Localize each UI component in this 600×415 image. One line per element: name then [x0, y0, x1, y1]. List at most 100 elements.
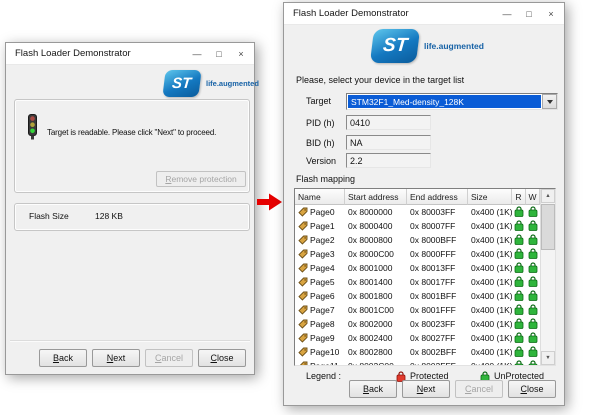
titlebar[interactable]: Flash Loader Demonstrator — □ ×	[284, 3, 564, 25]
unprotected-lock-icon	[528, 303, 538, 317]
scroll-up-button[interactable]: ▲	[541, 189, 555, 203]
column-header-size[interactable]: Size	[468, 189, 512, 205]
scrollbar-thumb[interactable]	[541, 204, 555, 250]
size-cell: 0x400 (1K)	[471, 263, 512, 273]
maximize-button[interactable]: □	[208, 43, 230, 64]
flash-size-value: 128 KB	[95, 211, 123, 221]
remove-protection-button[interactable]: Remove protection	[156, 171, 246, 187]
column-header-write[interactable]: W	[526, 189, 540, 205]
end-address-cell: 0x 80023FF	[410, 319, 456, 329]
back-button[interactable]: Back	[349, 380, 397, 398]
unprotected-lock-icon	[528, 205, 538, 219]
traffic-light-icon	[25, 114, 39, 145]
table-header: Name Start address End address Size R W	[295, 189, 540, 205]
target-dropdown[interactable]: STM32F1_Med-density_128K	[346, 93, 558, 110]
flash-table-row[interactable]: Page3 0x 8000C00 0x 8000FFF 0x400 (1K)	[295, 247, 540, 261]
unprotected-lock-icon	[528, 331, 538, 345]
flash-table-row[interactable]: Page0 0x 8000000 0x 80003FF 0x400 (1K)	[295, 205, 540, 219]
start-address-cell: 0x 8001000	[348, 263, 393, 273]
window-controls: — □ ×	[186, 43, 252, 64]
end-address-cell: 0x 80013FF	[410, 263, 456, 273]
size-cell: 0x400 (1K)	[471, 277, 512, 287]
target-selected-value: STM32F1_Med-density_128K	[348, 95, 541, 108]
brand-block: ST life.augmented	[369, 29, 484, 63]
size-cell: 0x400 (1K)	[471, 347, 512, 357]
read-protection-cell	[512, 331, 526, 345]
window-title: Flash Loader Demonstrator	[293, 8, 409, 19]
close-button[interactable]: Close	[508, 380, 556, 398]
read-protection-cell	[512, 359, 526, 365]
end-address-cell: 0x 8001FFF	[410, 305, 456, 315]
next-button[interactable]: Next	[92, 349, 140, 367]
page-name-cell: Page8	[295, 319, 345, 329]
close-window-button[interactable]: ×	[230, 43, 252, 64]
column-header-start[interactable]: Start address	[345, 189, 407, 205]
next-button[interactable]: Next	[402, 380, 450, 398]
flash-table-row[interactable]: Page2 0x 8000800 0x 8000BFF 0x400 (1K)	[295, 233, 540, 247]
flash-table-row[interactable]: Page11 0x 8002C000x 8002FFF0x400 (1K)	[295, 359, 540, 365]
page-name-cell: Page11	[295, 361, 345, 365]
close-window-button[interactable]: ×	[540, 3, 562, 24]
size-cell: 0x400 (1K)	[471, 207, 512, 217]
write-protection-cell	[526, 289, 540, 303]
brand-block: ST life.augmented	[162, 70, 259, 97]
flash-table-row[interactable]: Page9 0x 8002400 0x 80027FF 0x400 (1K)	[295, 331, 540, 345]
column-header-name[interactable]: Name	[295, 189, 345, 205]
flash-table-row[interactable]: Page8 0x 8002000 0x 80023FF 0x400 (1K)	[295, 317, 540, 331]
cancel-button[interactable]: Cancel	[455, 380, 503, 398]
write-protection-cell	[526, 303, 540, 317]
end-address-cell: 0x 8000BFF	[410, 235, 457, 245]
version-label: Version	[306, 156, 337, 166]
write-protection-cell	[526, 233, 540, 247]
flash-table-row[interactable]: Page5 0x 8001400 0x 80017FF 0x400 (1K)	[295, 275, 540, 289]
minimize-button[interactable]: —	[496, 3, 518, 24]
unprotected-lock-icon	[528, 261, 538, 275]
flash-table-row[interactable]: Page7 0x 8001C00 0x 8001FFF 0x400 (1K)	[295, 303, 540, 317]
unprotected-lock-icon	[514, 289, 524, 303]
flash-table-row[interactable]: Page1 0x 8000400 0x 80007FF 0x400 (1K)	[295, 219, 540, 233]
start-address-cell: 0x 8002000	[348, 319, 393, 329]
flash-table-row[interactable]: Page6 0x 8001800 0x 8001BFF 0x400 (1K)	[295, 289, 540, 303]
back-button[interactable]: Back	[39, 349, 87, 367]
flash-table-row[interactable]: Page10 0x 8002800 0x 8002BFF 0x400 (1K)	[295, 345, 540, 359]
end-address-cell: 0x 8000FFF	[410, 249, 456, 259]
page-name-cell: Page5	[295, 277, 345, 287]
read-protection-cell	[512, 275, 526, 289]
minimize-button[interactable]: —	[186, 43, 208, 64]
close-button[interactable]: Close	[198, 349, 246, 367]
start-address-cell: 0x 8002400	[348, 333, 393, 343]
scroll-down-button[interactable]: ▼	[541, 351, 555, 365]
flash-table-row[interactable]: Page4 0x 8001000 0x 80013FF 0x400 (1K)	[295, 261, 540, 275]
unprotected-lock-icon	[514, 345, 524, 359]
write-protection-cell	[526, 219, 540, 233]
window-title: Flash Loader Demonstrator	[15, 48, 131, 59]
screenshot-canvas: Flash Loader Demonstrator — □ × ST life.…	[0, 0, 600, 415]
unprotected-lock-icon	[528, 247, 538, 261]
cancel-button[interactable]: Cancel	[145, 349, 193, 367]
flash-mapping-label: Flash mapping	[296, 174, 356, 184]
start-address-cell: 0x 8001400	[348, 277, 393, 287]
read-protection-cell	[512, 261, 526, 275]
size-cell: 0x400 (1K)	[471, 291, 512, 301]
page-name-text: Page9	[310, 333, 335, 343]
column-header-end[interactable]: End address	[407, 189, 468, 205]
vertical-scrollbar[interactable]: ▲ ▼	[540, 189, 555, 365]
dropdown-arrow-button[interactable]	[542, 94, 557, 109]
page-name-text: Page6	[310, 291, 335, 301]
page-name-text: Page10	[310, 347, 340, 357]
read-protection-cell	[512, 289, 526, 303]
page-name-cell: Page3	[295, 249, 345, 259]
column-header-read[interactable]: R	[512, 189, 526, 205]
red-right-arrow-icon	[257, 193, 282, 211]
page-name-cell: Page2	[295, 235, 345, 245]
bid-label: BID (h)	[306, 138, 335, 148]
unprotected-lock-icon	[528, 219, 538, 233]
end-address-cell: 0x 80007FF	[410, 221, 456, 231]
page-name-text: Page7	[310, 305, 335, 315]
titlebar[interactable]: Flash Loader Demonstrator — □ ×	[6, 43, 254, 65]
maximize-button[interactable]: □	[518, 3, 540, 24]
unprotected-lock-icon	[528, 317, 538, 331]
page-tag-icon	[298, 249, 308, 259]
window-controls: — □ ×	[496, 3, 562, 24]
read-protection-cell	[512, 233, 526, 247]
